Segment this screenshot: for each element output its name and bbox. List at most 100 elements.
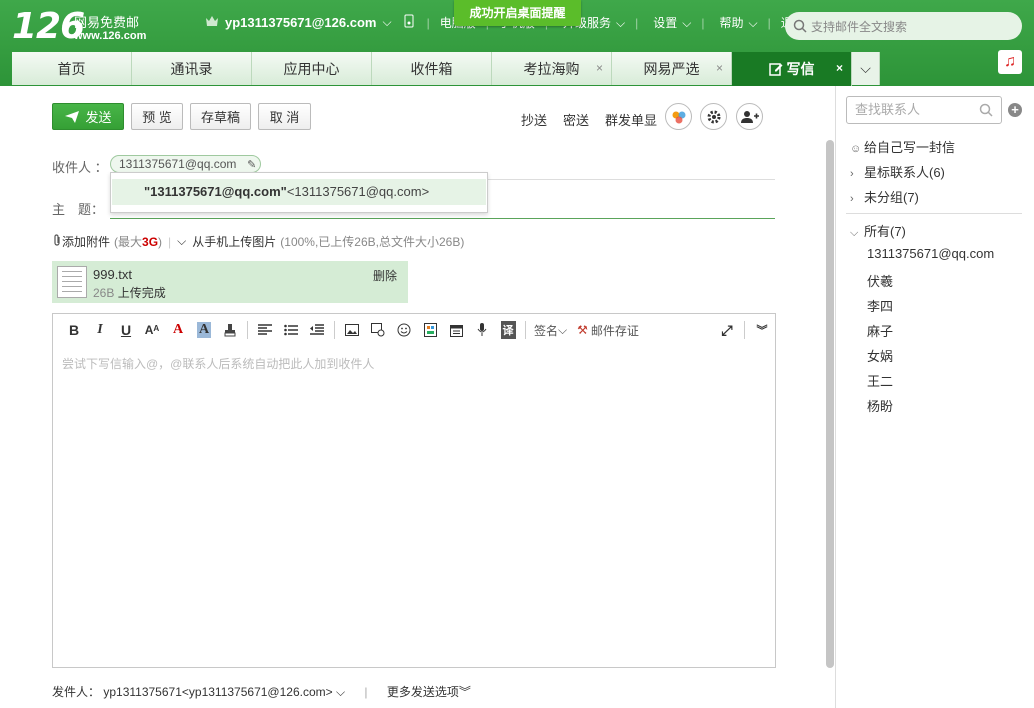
add-contact-plus-icon[interactable]: + xyxy=(1008,103,1022,117)
signature-dropdown[interactable]: 签名 ⌵ xyxy=(530,319,571,341)
group-ungrouped[interactable]: › 未分组(7) xyxy=(850,187,919,206)
tab-bar: 首页 通讯录 应用中心 收件箱 考拉海购 × 网易严选 × 写信 × ⌵ xyxy=(12,52,880,86)
background-color-icon[interactable]: A xyxy=(191,319,217,341)
to-label: 收件人 ： xyxy=(52,160,108,175)
bcc-link[interactable]: 密送 xyxy=(563,110,589,129)
suggestion-address: <1311375671@qq.com> xyxy=(286,184,430,199)
tab-yanxuan[interactable]: 网易严选 × xyxy=(612,52,732,85)
microphone-icon[interactable] xyxy=(469,319,495,341)
subject-input[interactable] xyxy=(110,218,775,219)
menu-settings[interactable]: 设置 ⌵ xyxy=(648,14,691,31)
contact-search-placeholder: 查找联系人 xyxy=(855,102,921,117)
mail-certify-button[interactable]: ⚒ 邮件存证 xyxy=(571,319,645,341)
file-meta: 26B 上传完成 xyxy=(93,284,166,301)
translate-icon[interactable]: 译 xyxy=(495,319,521,341)
menu-help-label: 帮助 xyxy=(719,16,744,30)
italic-icon[interactable]: I xyxy=(87,319,113,341)
contact-item[interactable]: 杨盼 xyxy=(867,396,893,415)
tab-compose-label: 写信 xyxy=(786,61,815,77)
hammer-icon: ⚒ xyxy=(577,323,588,337)
chevron-down-icon[interactable]: ⌵ xyxy=(382,15,391,30)
cancel-button[interactable]: 取 消 xyxy=(258,103,311,130)
separate-send-link[interactable]: 群发单显 xyxy=(605,110,657,129)
font-color-icon[interactable]: A xyxy=(165,319,191,341)
file-name: 999.txt xyxy=(93,267,133,282)
calendar-icon[interactable] xyxy=(443,319,469,341)
add-attachment-link[interactable]: 添加附件 xyxy=(62,233,110,250)
close-icon[interactable]: × xyxy=(836,61,843,75)
indent-icon[interactable] xyxy=(304,319,330,341)
screenshot-icon[interactable] xyxy=(365,319,391,341)
upload-status: (100%,已上传26B,总文件大小26B) xyxy=(280,235,465,249)
music-icon[interactable]: ♫ xyxy=(998,50,1022,74)
format-brush-icon[interactable] xyxy=(217,319,243,341)
tab-more-chevron-icon[interactable]: ⌵ xyxy=(852,52,880,85)
contact-search-input[interactable]: 查找联系人 xyxy=(846,96,1002,124)
font-size-icon[interactable]: Aᴬ xyxy=(139,319,165,341)
sender-select[interactable]: yp1311375671<yp1311375671@126.com> ⌵ xyxy=(103,685,345,699)
tab-kaola-label: 考拉海购 xyxy=(523,60,580,77)
add-contact-icon[interactable] xyxy=(736,103,763,130)
image-icon[interactable] xyxy=(339,319,365,341)
scrollbar[interactable] xyxy=(826,140,834,668)
underline-icon[interactable]: U xyxy=(113,319,139,341)
tab-inbox[interactable]: 收件箱 xyxy=(372,52,492,85)
gear-icon[interactable] xyxy=(700,103,727,130)
paperclip-icon[interactable] xyxy=(52,233,62,250)
tab-compose[interactable]: 写信 × xyxy=(732,52,852,86)
attach-limit-value: 3G xyxy=(142,234,159,249)
menu-settings-label: 设置 xyxy=(653,16,678,30)
desktop-notice-toast: 成功开启桌面提醒 xyxy=(454,0,581,26)
logo-url: www.126.com xyxy=(74,30,147,42)
contact-item[interactable]: 麻子 xyxy=(867,321,893,340)
emoji-icon[interactable] xyxy=(391,319,417,341)
sender-name: yp1311375671 xyxy=(103,685,182,699)
chevron-down-icon[interactable]: ⌵ xyxy=(177,234,186,249)
tab-apps[interactable]: 应用中心 xyxy=(252,52,372,85)
search-placeholder: 支持邮件全文搜索 xyxy=(811,19,908,34)
save-draft-button[interactable]: 存草稿 xyxy=(190,103,251,130)
expand-icon[interactable]: ⤢ xyxy=(714,319,740,341)
suggestion-name: "1311375671@qq.com" xyxy=(144,184,287,199)
cc-link[interactable]: 抄送 xyxy=(521,110,547,129)
brand-logo[interactable]: 126 网易免费邮 www.126.com xyxy=(12,8,146,46)
more-send-options[interactable]: 更多发送选项︾ xyxy=(387,685,471,699)
close-icon[interactable]: × xyxy=(716,61,723,75)
crown-icon[interactable] xyxy=(205,15,219,30)
group-starred[interactable]: › 星标联系人(6) xyxy=(850,162,945,181)
contact-item[interactable]: 伏羲 xyxy=(867,271,893,290)
phone-icon[interactable] xyxy=(404,14,414,31)
logo-name: 网易免费邮 xyxy=(74,15,140,30)
bullet-list-icon[interactable] xyxy=(278,319,304,341)
recipient-chip[interactable]: 1311375671@qq.com ✎ xyxy=(110,155,262,173)
suggestion-item[interactable]: "1311375671@qq.com"<1311375671@qq.com> xyxy=(112,179,486,205)
rich-text-editor[interactable]: B I U Aᴬ A A 译 签名 ⌵ ⚒ 邮件存证 ⤢ ︾ 尝试下写信输入@，@联… xyxy=(52,313,776,668)
tab-kaola[interactable]: 考拉海购 × xyxy=(492,52,612,85)
user-email[interactable]: yp1311375671@126.com xyxy=(225,15,376,30)
send-button[interactable]: 发送 xyxy=(52,103,124,130)
template-icon[interactable] xyxy=(417,319,443,341)
close-icon[interactable]: × xyxy=(596,61,603,75)
pencil-icon[interactable]: ✎ xyxy=(247,157,256,173)
stationery-icon[interactable] xyxy=(665,103,692,130)
contact-item[interactable]: 女娲 xyxy=(867,346,893,365)
tab-contacts[interactable]: 通讯录 xyxy=(132,52,252,85)
search-icon[interactable] xyxy=(979,103,993,117)
contact-item[interactable]: 王二 xyxy=(867,371,893,390)
recipient-chip-text: 1311375671@qq.com xyxy=(119,157,237,171)
delete-attachment-link[interactable]: 删除 xyxy=(373,267,397,284)
person-icon: ☺ xyxy=(850,143,862,155)
search-input[interactable]: 支持邮件全文搜索 xyxy=(785,12,1022,40)
write-to-self[interactable]: ☺ 给自己写一封信 xyxy=(850,137,955,156)
double-chevron-down-icon[interactable]: ︾ xyxy=(749,319,775,341)
menu-help[interactable]: 帮助 ⌵ xyxy=(714,14,757,31)
align-icon[interactable] xyxy=(252,319,278,341)
phone-upload-link[interactable]: 从手机上传图片 xyxy=(192,233,276,250)
group-starred-label: 星标联系人(6) xyxy=(864,165,945,180)
tab-home[interactable]: 首页 xyxy=(12,52,132,85)
contact-item[interactable]: 李四 xyxy=(867,296,893,315)
contact-item[interactable]: 1311375671@qq.com xyxy=(867,246,994,261)
bold-icon[interactable]: B xyxy=(61,319,87,341)
group-all[interactable]: ⌵ 所有(7) xyxy=(850,221,906,240)
preview-button[interactable]: 预 览 xyxy=(131,103,183,130)
